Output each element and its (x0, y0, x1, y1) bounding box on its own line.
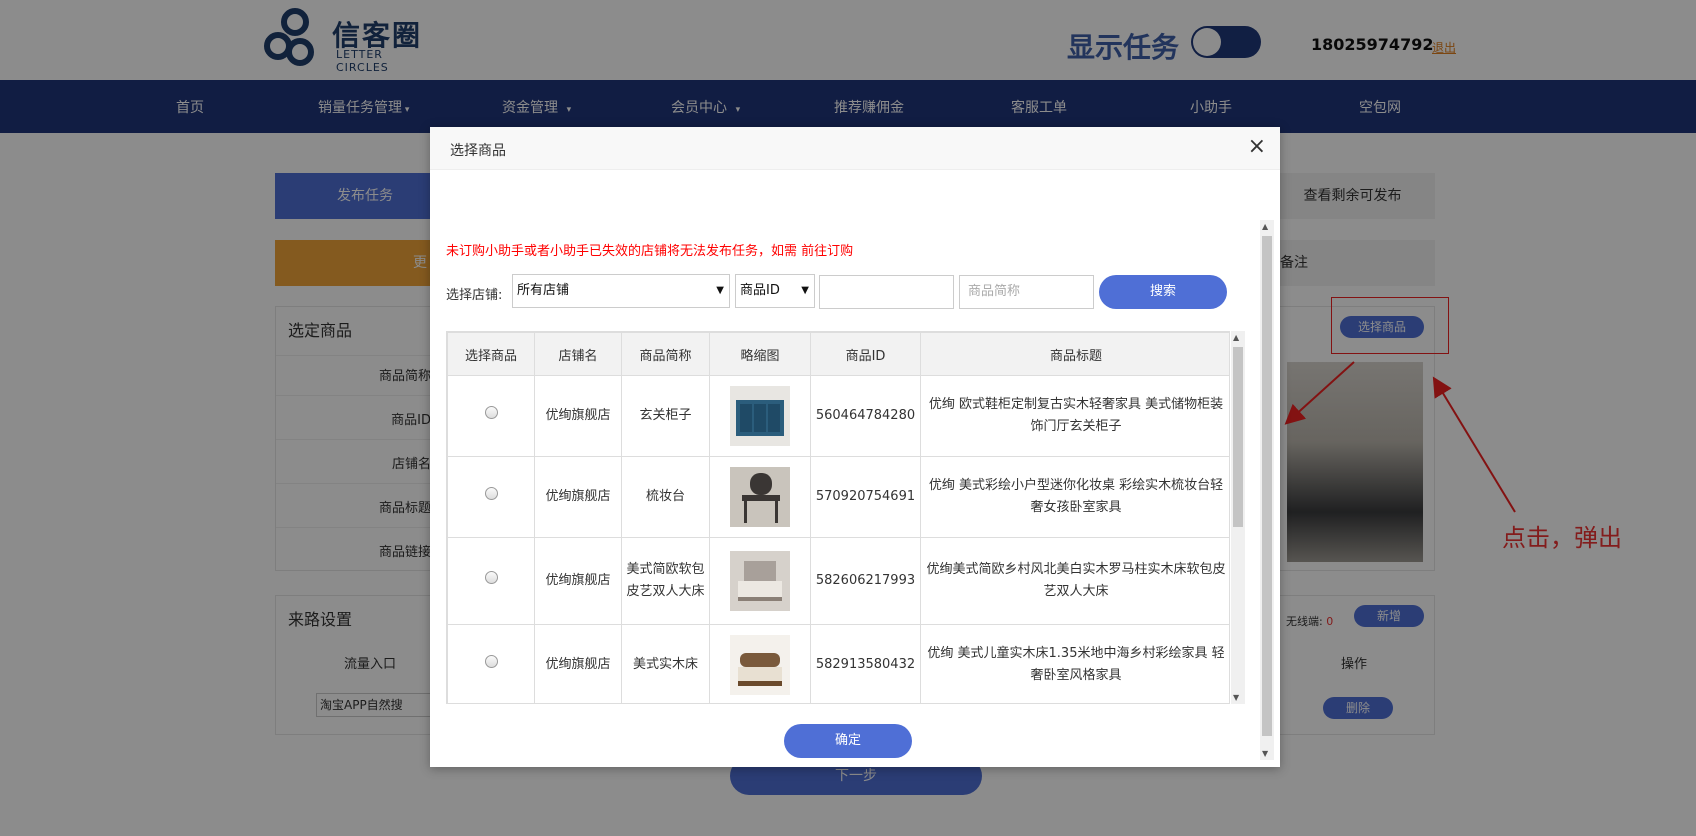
shop-cell: 优绚旗舰店 (534, 456, 622, 538)
thumbnail-cell (709, 375, 811, 457)
col-header-short-name: 商品简称 (621, 332, 710, 376)
table-scrollbar[interactable]: ▲ ▼ (1231, 331, 1245, 704)
col-header-title: 商品标题 (920, 332, 1229, 376)
short-name-cell: 梳妆台 (621, 456, 710, 538)
shop-select[interactable]: 所有店铺 ▼ (512, 274, 730, 308)
product-thumbnail (730, 635, 790, 695)
product-thumbnail (730, 551, 790, 611)
short-name-cell: 玄关柜子 (621, 375, 710, 457)
table-row[interactable]: 优绚旗舰店 美式实木床 582913580432 优绚 美式儿童实木床1.35米… (447, 624, 1229, 703)
shop-filter-label: 选择店铺: (446, 288, 503, 303)
modal-title: 选择商品 (450, 143, 506, 159)
close-icon[interactable]: × (1248, 135, 1266, 159)
select-cell (447, 456, 535, 538)
table-header-row: 选择商品 店铺名 商品简称 略缩图 商品ID 商品标题 (447, 332, 1229, 376)
shop-select-value: 所有店铺 (517, 283, 570, 298)
table-scroll-thumb[interactable] (1233, 347, 1243, 527)
chevron-down-icon: ▼ (716, 285, 724, 296)
keyword-input[interactable] (819, 275, 954, 309)
field-select-value: 商品ID (740, 283, 780, 298)
select-product-modal: 选择商品 × 未订购小助手或者小助手已失效的店铺将无法发布任务，如需 前往订购 … (430, 127, 1280, 767)
product-radio[interactable] (484, 487, 498, 500)
product-id-cell: 582913580432 (810, 624, 921, 703)
product-radio[interactable] (484, 571, 498, 584)
scroll-up-icon[interactable]: ▲ (1262, 222, 1268, 231)
shop-cell: 优绚旗舰店 (534, 537, 622, 625)
scroll-up-icon[interactable]: ▲ (1233, 333, 1239, 342)
confirm-button[interactable]: 确定 (784, 724, 912, 758)
product-radio[interactable] (484, 655, 498, 668)
product-thumbnail (730, 467, 790, 527)
table-row[interactable]: 优绚旗舰店 梳妆台 570920754691 优绚 美式彩绘小户型迷你化妆桌 彩… (447, 456, 1229, 538)
modal-scrollbar[interactable]: ▲ ▼ (1260, 220, 1274, 760)
thumbnail-cell (709, 624, 811, 703)
product-id-cell: 560464784280 (810, 375, 921, 457)
subscription-warning: 未订购小助手或者小助手已失效的店铺将无法发布任务，如需 前往订购 (446, 244, 854, 259)
short-name-input[interactable]: 商品简称 (959, 275, 1094, 309)
col-header-select: 选择商品 (447, 332, 535, 376)
thumbnail-cell (709, 537, 811, 625)
product-table: 选择商品 店铺名 商品简称 略缩图 商品ID 商品标题 优绚旗舰店 玄关柜子 5… (446, 331, 1230, 704)
col-header-shop: 店铺名 (534, 332, 622, 376)
table-row[interactable]: 优绚旗舰店 美式简欧软包皮艺双人大床 582606217993 优绚美式简欧乡村… (447, 537, 1229, 625)
thumbnail-cell (709, 456, 811, 538)
select-cell (447, 624, 535, 703)
short-name-cell: 美式简欧软包皮艺双人大床 (621, 537, 710, 625)
shop-cell: 优绚旗舰店 (534, 375, 622, 457)
title-cell: 优绚美式简欧乡村风北美白实木罗马柱实木床软包皮艺双人大床 (920, 537, 1229, 625)
col-header-product-id: 商品ID (810, 332, 921, 376)
product-id-cell: 582606217993 (810, 537, 921, 625)
scroll-down-icon[interactable]: ▼ (1233, 693, 1239, 702)
col-header-thumbnail: 略缩图 (709, 332, 811, 376)
short-name-cell: 美式实木床 (621, 624, 710, 703)
product-thumbnail (730, 386, 790, 446)
field-select[interactable]: 商品ID ▼ (735, 274, 815, 308)
title-cell: 优绚 欧式鞋柜定制复古实木轻奢家具 美式储物柜装饰门厅玄关柜子 (920, 375, 1229, 457)
scroll-down-icon[interactable]: ▼ (1262, 749, 1268, 758)
chevron-down-icon: ▼ (801, 285, 809, 296)
select-cell (447, 375, 535, 457)
title-cell: 优绚 美式彩绘小户型迷你化妆桌 彩绘实木梳妆台轻奢女孩卧室家具 (920, 456, 1229, 538)
product-id-cell: 570920754691 (810, 456, 921, 538)
select-cell (447, 537, 535, 625)
product-radio[interactable] (484, 406, 498, 419)
title-cell: 优绚 美式儿童实木床1.35米地中海乡村彩绘家具 轻奢卧室风格家具 (920, 624, 1229, 703)
modal-scroll-thumb[interactable] (1262, 236, 1272, 736)
table-row[interactable]: 优绚旗舰店 玄关柜子 560464784280 优绚 欧式鞋柜定制复古实木轻奢家… (447, 375, 1229, 457)
search-button[interactable]: 搜索 (1099, 275, 1227, 309)
shop-cell: 优绚旗舰店 (534, 624, 622, 703)
modal-header: 选择商品 × (430, 127, 1280, 170)
